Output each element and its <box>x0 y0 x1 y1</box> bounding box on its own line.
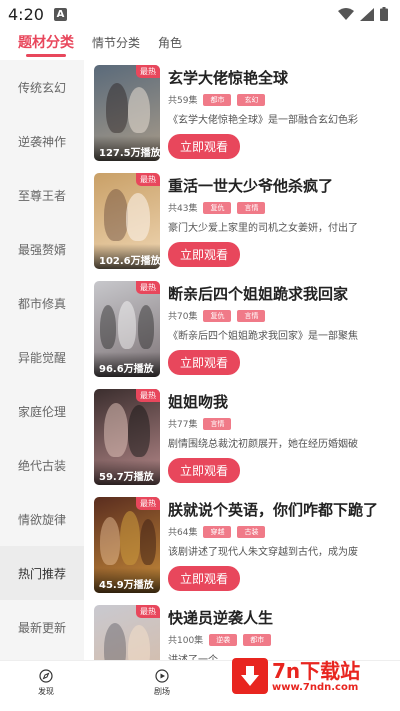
drama-poster[interactable]: 最热 96.6万播放 <box>94 281 160 377</box>
episode-count: 共100集 <box>168 636 204 646</box>
episode-count: 共70集 <box>168 312 198 322</box>
status-time: 4:20 <box>8 4 44 24</box>
drama-poster[interactable]: 最热 102.6万播放 <box>94 173 160 269</box>
compass-icon <box>39 669 53 683</box>
watch-now-button[interactable]: 立即观看 <box>168 458 241 483</box>
tab-theme[interactable]: 题材分类 <box>18 28 74 57</box>
nav-theater-label: 剧场 <box>154 687 170 696</box>
list-item[interactable]: 最热 96.6万播放 断亲后四个姐姐跪求我回家 共70集 复仇 言情 《断亲后四… <box>88 278 400 386</box>
genre-tag: 言情 <box>237 309 266 322</box>
episode-count: 共43集 <box>168 204 198 214</box>
list-item[interactable]: 最热 102.6万播放 重活一世大少爷他杀疯了 共43集 复仇 言情 豪门大少爱… <box>88 170 400 278</box>
play-count: 45.9万播放 <box>94 568 160 593</box>
nav-discover[interactable]: 发现 <box>0 661 92 711</box>
play-count: 127.5万播放 <box>94 136 160 161</box>
hot-badge: 最热 <box>136 605 160 618</box>
category-tabs: 题材分类 情节分类 角色 <box>0 28 400 58</box>
hot-badge: 最热 <box>136 281 160 294</box>
sidebar-item-hot-picks[interactable]: 热门推荐 <box>0 546 84 600</box>
genre-tag: 玄幻 <box>237 93 266 106</box>
play-count: 102.6万播放 <box>94 244 160 269</box>
drama-title[interactable]: 快递员逆袭人生 <box>168 607 394 628</box>
watch-now-button[interactable]: 立即观看 <box>168 350 241 375</box>
sidebar-item-family-ethics[interactable]: 家庭伦理 <box>0 384 84 438</box>
drama-list: 最热 127.5万播放 玄学大佬惊艳全球 共59集 都市 玄幻 《玄学大佬惊艳全… <box>88 62 400 662</box>
sidebar-item-latest[interactable]: 最新更新 <box>0 600 84 654</box>
battery-icon <box>380 7 388 21</box>
theater-icon <box>155 669 169 683</box>
genre-tag: 穿越 <box>203 525 232 538</box>
sidebar-item-romance-melody[interactable]: 情欲旋律 <box>0 492 84 546</box>
nav-discover-label: 发现 <box>38 687 54 696</box>
sim-badge-icon: A <box>53 7 67 21</box>
watch-now-button[interactable]: 立即观看 <box>168 134 241 159</box>
genre-tag: 都市 <box>203 93 232 106</box>
drama-title[interactable]: 断亲后四个姐姐跪求我回家 <box>168 283 394 304</box>
nav-theater[interactable]: 剧场 <box>116 661 208 711</box>
watch-now-button[interactable]: 立即观看 <box>168 242 241 267</box>
drama-title[interactable]: 重活一世大少爷他杀疯了 <box>168 175 394 196</box>
list-item[interactable]: 最热 45.9万播放 朕就说个英语，你们咋都下跪了 共64集 穿越 古装 该剧讲… <box>88 494 400 602</box>
genre-tag: 古装 <box>237 525 266 538</box>
episode-count: 共59集 <box>168 96 198 106</box>
download-arrow-icon <box>232 658 268 694</box>
genre-tag: 复仇 <box>203 309 232 322</box>
hot-badge: 最热 <box>136 65 160 78</box>
episode-count: 共64集 <box>168 528 198 538</box>
hot-badge: 最热 <box>136 497 160 510</box>
hot-badge: 最热 <box>136 389 160 402</box>
drama-description: 豪门大少爱上家里的司机之女姜妍，付出了 <box>168 223 358 234</box>
drama-description: 《玄学大佬惊艳全球》是一部融合玄幻色彩 <box>168 115 358 126</box>
hot-badge: 最热 <box>136 173 160 186</box>
sidebar-item-costume[interactable]: 绝代古装 <box>0 438 84 492</box>
genre-tag: 言情 <box>203 417 232 430</box>
status-bar: 4:20 A <box>0 0 400 28</box>
list-item[interactable]: 最热 59.7万播放 姐姐吻我 共77集 言情 剧情围绕总裁沈初颜展开，她在经历… <box>88 386 400 494</box>
play-count: 96.6万播放 <box>94 352 160 377</box>
drama-poster[interactable]: 最热 45.9万播放 <box>94 497 160 593</box>
sidebar-item-urban-cultivation[interactable]: 都市修真 <box>0 276 84 330</box>
drama-title[interactable]: 朕就说个英语，你们咋都下跪了 <box>168 499 394 520</box>
drama-poster[interactable]: 最热 127.5万播放 <box>94 65 160 161</box>
genre-tag: 言情 <box>237 201 266 214</box>
genre-tag: 都市 <box>243 633 272 646</box>
wifi-icon <box>338 7 354 20</box>
drama-poster[interactable]: 最热 59.7万播放 <box>94 389 160 485</box>
tab-plot[interactable]: 情节分类 <box>92 28 140 51</box>
status-icons <box>338 7 388 21</box>
drama-title[interactable]: 姐姐吻我 <box>168 391 394 412</box>
watermark-title: 7n下载站 <box>272 658 361 683</box>
watch-now-button[interactable]: 立即观看 <box>168 566 241 591</box>
tab-role[interactable]: 角色 <box>158 28 182 51</box>
play-count: 59.7万播放 <box>94 460 160 485</box>
drama-title[interactable]: 玄学大佬惊艳全球 <box>168 67 394 88</box>
list-item[interactable]: 最热 127.5万播放 玄学大佬惊艳全球 共59集 都市 玄幻 《玄学大佬惊艳全… <box>88 62 400 170</box>
drama-description: 《断亲后四个姐姐跪求我回家》是一部聚焦 <box>168 331 358 342</box>
drama-description: 该剧讲述了现代人朱文穿越到古代，成为废 <box>168 547 358 558</box>
sidebar-item-traditional-fantasy[interactable]: 传统玄幻 <box>0 60 84 114</box>
genre-tag: 逆袭 <box>209 633 238 646</box>
genre-sidebar: 传统玄幻 逆袭神作 至尊王者 最强赘婿 都市修真 异能觉醒 家庭伦理 绝代古装 … <box>0 60 84 660</box>
genre-tag: 复仇 <box>203 201 232 214</box>
sidebar-item-superpower[interactable]: 异能觉醒 <box>0 330 84 384</box>
sidebar-item-supreme-king[interactable]: 至尊王者 <box>0 168 84 222</box>
signal-icon <box>360 7 374 21</box>
watermark-url: www.7ndn.com <box>272 681 359 693</box>
episode-count: 共77集 <box>168 420 198 430</box>
drama-poster[interactable]: 最热 <box>94 605 160 662</box>
watermark-logo: 7n下载站 www.7ndn.com <box>232 652 392 700</box>
sidebar-item-son-in-law[interactable]: 最强赘婿 <box>0 222 84 276</box>
sidebar-item-comeback[interactable]: 逆袭神作 <box>0 114 84 168</box>
drama-description: 剧情围绕总裁沈初颜展开，她在经历婚姻破 <box>168 439 358 450</box>
